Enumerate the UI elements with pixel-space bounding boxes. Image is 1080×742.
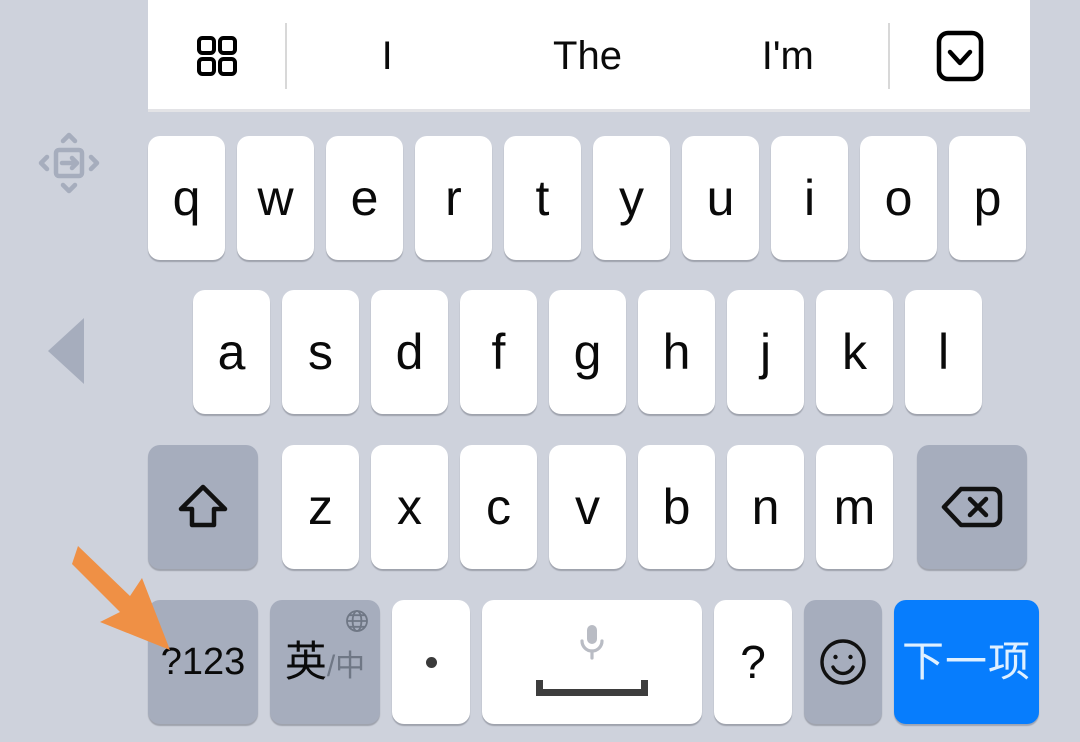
language-switch-key[interactable]: 英 / 中 xyxy=(270,600,380,724)
space-key[interactable] xyxy=(482,600,702,724)
hide-keyboard-button[interactable] xyxy=(890,0,1030,112)
move-handle-icon[interactable] xyxy=(34,128,104,198)
numeric-mode-key[interactable]: ?123 xyxy=(148,600,258,724)
key-a[interactable]: a xyxy=(193,290,270,414)
space-bar-glyph xyxy=(536,680,648,696)
question-mark-key[interactable]: ? xyxy=(714,600,792,724)
key-n[interactable]: n xyxy=(727,445,804,569)
question-mark-label: ? xyxy=(740,636,766,688)
key-m[interactable]: m xyxy=(816,445,893,569)
key-f[interactable]: f xyxy=(460,290,537,414)
shift-key[interactable] xyxy=(148,445,258,569)
keyboard-row-4: ?123 英 / 中 ? 下一项 xyxy=(148,600,1039,724)
move-handle-glyph xyxy=(38,132,100,194)
key-k[interactable]: k xyxy=(816,290,893,414)
next-key[interactable]: 下一项 xyxy=(894,600,1039,724)
key-h[interactable]: h xyxy=(638,290,715,414)
key-area: q w e r t y u i o p a s d f g h j k l z … xyxy=(148,112,1039,728)
suggestion-list: I The I'm xyxy=(287,0,888,112)
key-q[interactable]: q xyxy=(148,136,225,260)
key-e[interactable]: e xyxy=(326,136,403,260)
backspace-delete-icon xyxy=(941,486,1003,528)
smiley-face-icon xyxy=(820,639,866,685)
emoji-key[interactable] xyxy=(804,600,882,724)
key-i[interactable]: i xyxy=(771,136,848,260)
key-b[interactable]: b xyxy=(638,445,715,569)
key-x[interactable]: x xyxy=(371,445,448,569)
keyboard-row-1: q w e r t y u i o p xyxy=(148,136,1030,260)
next-key-label: 下一项 xyxy=(901,638,1031,685)
key-l[interactable]: l xyxy=(905,290,982,414)
key-u[interactable]: u xyxy=(682,136,759,260)
backspace-key[interactable] xyxy=(917,445,1027,569)
suggestion-item-1[interactable]: I xyxy=(287,36,487,76)
key-t[interactable]: t xyxy=(504,136,581,260)
key-p[interactable]: p xyxy=(949,136,1026,260)
key-j[interactable]: j xyxy=(727,290,804,414)
back-caret-icon[interactable] xyxy=(48,318,84,384)
key-v[interactable]: v xyxy=(549,445,626,569)
key-d[interactable]: d xyxy=(371,290,448,414)
suggestion-item-2[interactable]: The xyxy=(487,36,687,76)
suggestion-bar: I The I'm xyxy=(148,0,1030,112)
space-key-inner xyxy=(482,600,702,724)
keyboard-row-3: z x c v b n m xyxy=(148,445,1030,569)
key-g[interactable]: g xyxy=(549,290,626,414)
keyboard-menu-button[interactable] xyxy=(148,0,285,112)
language-separator: / xyxy=(326,650,336,683)
key-r[interactable]: r xyxy=(415,136,492,260)
language-label-group: 英 / 中 xyxy=(270,641,380,683)
chevron-down-icon xyxy=(936,30,984,82)
period-dot-icon xyxy=(425,656,437,668)
key-y[interactable]: y xyxy=(593,136,670,260)
keyboard-row-2: a s d f g h j k l xyxy=(148,290,1030,414)
key-w[interactable]: w xyxy=(237,136,314,260)
key-z[interactable]: z xyxy=(282,445,359,569)
suggestion-item-3[interactable]: I'm xyxy=(688,36,888,76)
key-o[interactable]: o xyxy=(860,136,937,260)
key-s[interactable]: s xyxy=(282,290,359,414)
microphone-icon xyxy=(580,625,604,660)
grid-icon xyxy=(196,36,237,76)
numeric-mode-label: ?123 xyxy=(160,641,246,683)
key-c[interactable]: c xyxy=(460,445,537,569)
globe-icon xyxy=(346,610,368,632)
shift-arrow-icon xyxy=(178,484,228,528)
period-key[interactable] xyxy=(392,600,470,724)
keyboard-panel: I The I'm q w e r t y u i o p a s d f g … xyxy=(148,0,1039,728)
language-secondary-label: 中 xyxy=(335,650,366,683)
left-floating-controls xyxy=(0,0,148,742)
language-primary-label: 英 xyxy=(284,638,327,685)
